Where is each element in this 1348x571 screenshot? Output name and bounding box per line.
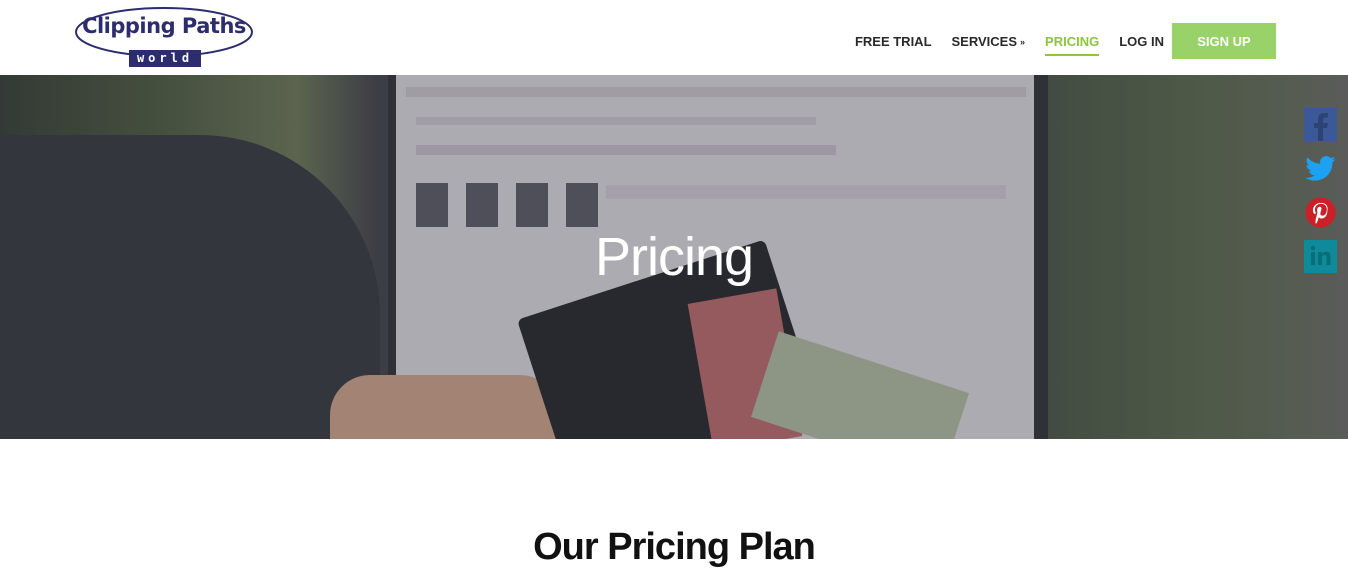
logo-subtitle: world [129, 50, 201, 67]
site-header: Clipping Paths world FREE TRIAL SERVICES… [0, 0, 1348, 75]
hero-banner: Pricing [0, 75, 1348, 439]
chevron-down-icon: » [1020, 36, 1026, 47]
nav-services[interactable]: SERVICES» [952, 30, 1026, 53]
twitter-share-button[interactable] [1304, 152, 1337, 185]
logo-title: Clipping Paths [82, 14, 246, 38]
main-nav: FREE TRIAL SERVICES» PRICING LOG IN SIGN… [835, 23, 1276, 59]
signup-button[interactable]: SIGN UP [1172, 23, 1276, 59]
nav-free-trial[interactable]: FREE TRIAL [855, 30, 932, 53]
nav-services-label: SERVICES [951, 33, 1018, 49]
logo[interactable]: Clipping Paths world [74, 6, 254, 68]
twitter-icon [1305, 156, 1336, 181]
pinterest-icon [1305, 197, 1336, 228]
pinterest-share-button[interactable] [1304, 196, 1337, 229]
nav-pricing[interactable]: PRICING [1045, 30, 1100, 56]
linkedin-share-button[interactable] [1304, 240, 1337, 273]
facebook-share-button[interactable] [1304, 108, 1337, 141]
social-share-bar [1304, 108, 1337, 284]
facebook-icon [1314, 113, 1328, 141]
linkedin-icon [1310, 245, 1331, 265]
pricing-section-title: Our Pricing Plan [533, 526, 816, 568]
nav-log-in[interactable]: LOG IN [1119, 30, 1164, 53]
hero-title: Pricing [594, 227, 754, 287]
